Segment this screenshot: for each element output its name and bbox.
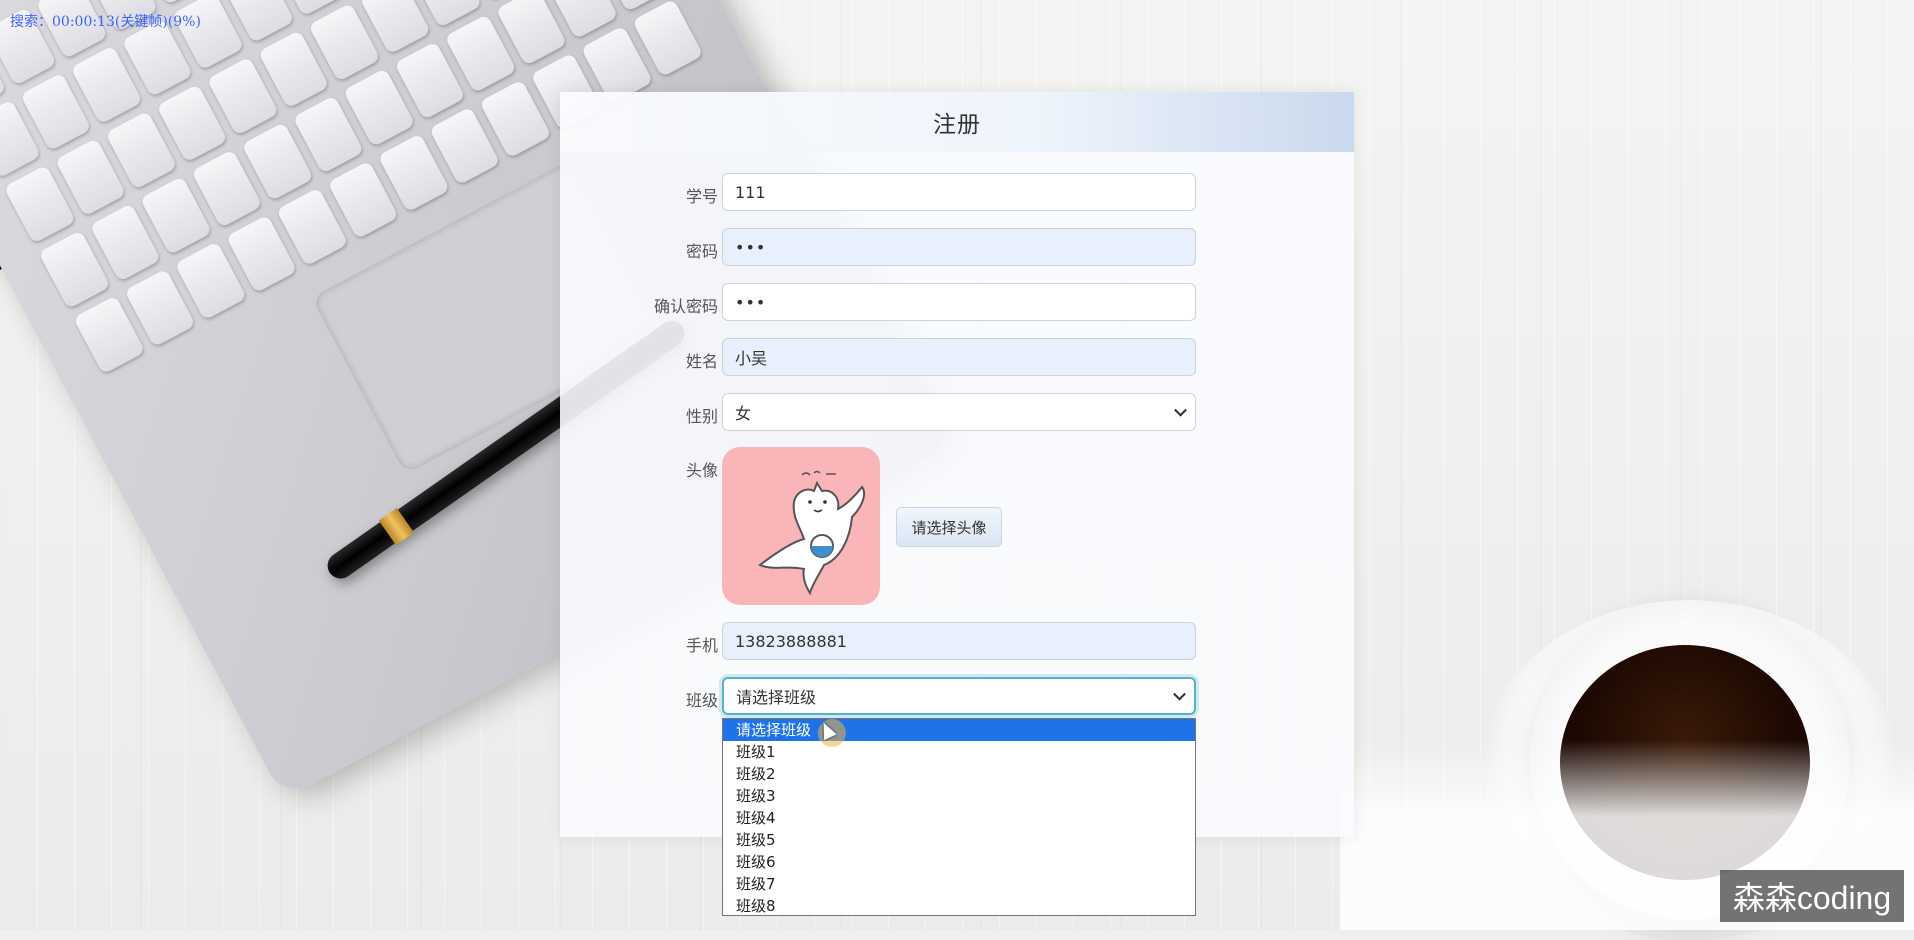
class-option[interactable]: 班级4 [723,807,1195,829]
class-option[interactable]: 班级8 [723,895,1195,917]
phone-label: 手机 [685,636,718,655]
class-option[interactable]: 班级3 [723,785,1195,807]
student-id-value: 111 [735,182,766,202]
gender-value: 女 [735,404,752,423]
class-option[interactable]: 班级1 [723,741,1195,763]
avatar-label: 头像 [685,461,718,480]
confirm-password-label: 确认密码 [653,297,718,316]
password-input[interactable]: ••• [722,228,1196,266]
class-select[interactable]: 请选择班级 [722,677,1196,715]
search-status-text: 搜索：00:00:13(关键帧)(9%) [10,14,201,30]
choose-avatar-button[interactable]: 请选择头像 [896,507,1002,547]
phone-input[interactable]: 13823888881 [722,622,1196,660]
confirm-password-value: ••• [735,292,767,312]
panel-header: 注册 [560,92,1354,152]
page-title: 注册 [933,112,981,138]
class-value: 请选择班级 [736,688,817,707]
student-id-label: 学号 [685,187,718,206]
gender-label: 性别 [685,407,718,426]
phone-value: 13823888881 [735,631,847,651]
class-option[interactable]: 班级7 [723,873,1195,895]
gender-select[interactable]: 女 [722,393,1196,431]
password-value: ••• [735,237,767,257]
class-label: 班级 [685,691,718,710]
password-label: 密码 [685,242,718,261]
class-option[interactable]: 请选择班级 [723,719,1195,741]
cat-avatar-image [758,470,866,596]
class-option[interactable]: 班级6 [723,851,1195,873]
class-dropdown-list[interactable]: 请选择班级 班级1 班级2 班级3 班级4 班级5 班级6 班级7 班级8 [722,718,1196,916]
chevron-down-icon [1173,687,1186,701]
chevron-down-icon [1174,403,1187,417]
avatar-preview [722,447,880,605]
name-label: 姓名 [685,352,718,371]
watermark: 森森coding [1720,870,1904,922]
class-option[interactable]: 班级5 [723,829,1195,851]
confirm-password-input[interactable]: ••• [722,283,1196,321]
student-id-input[interactable]: 111 [722,173,1196,211]
name-input[interactable]: 小吴 [722,338,1196,376]
class-option[interactable]: 班级2 [723,763,1195,785]
name-value: 小吴 [735,349,768,368]
